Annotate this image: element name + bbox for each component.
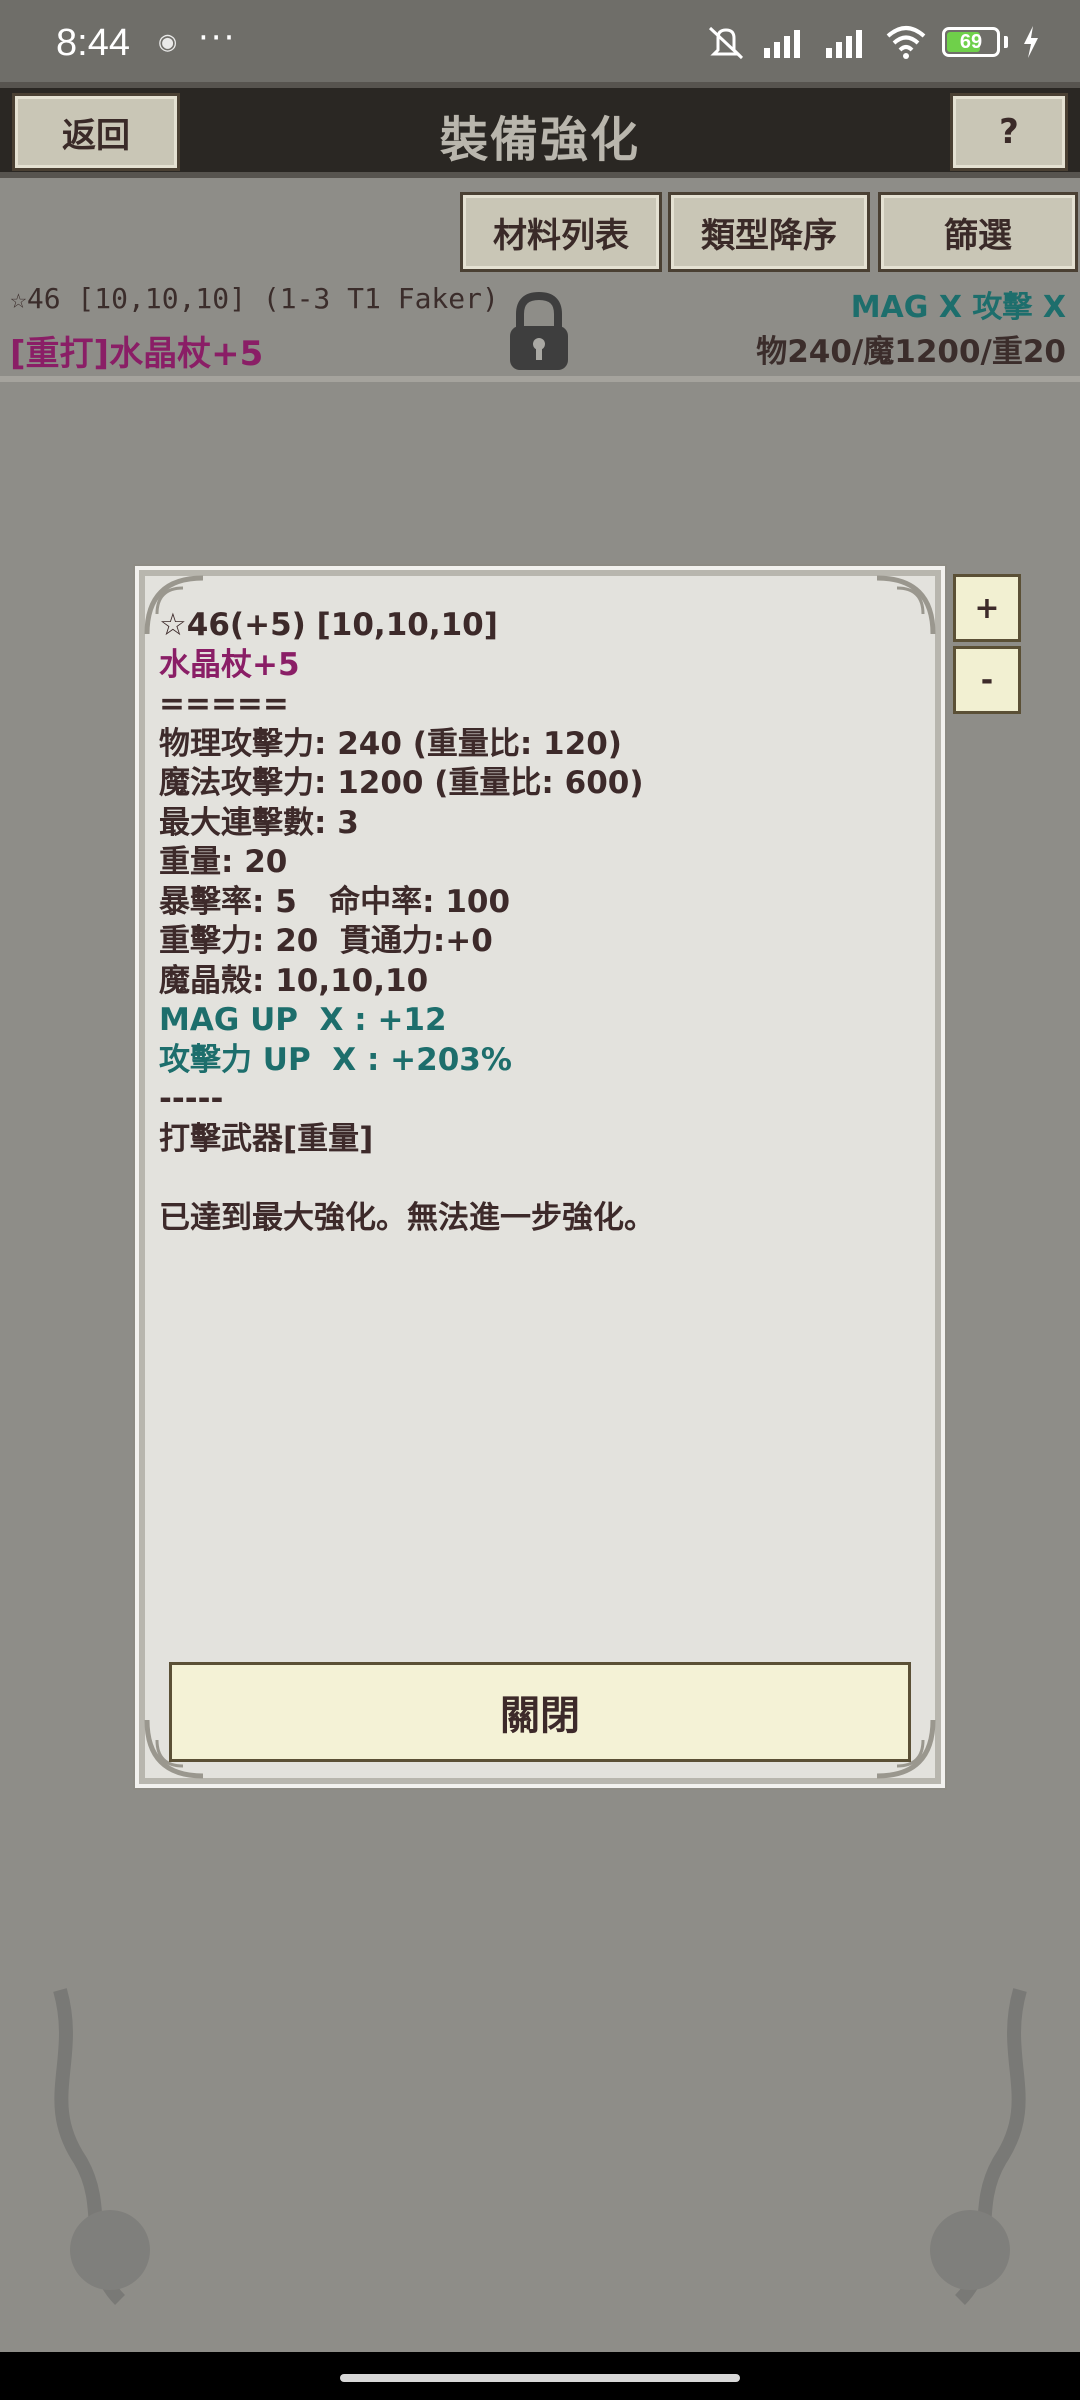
detail-weapon-type: 打擊武器[重量] <box>159 1120 374 1157</box>
header-bar: 返回 裝備強化 ? <box>0 82 1080 178</box>
filter-button[interactable]: 篩選 <box>878 192 1078 272</box>
materials-list-button[interactable]: 材料列表 <box>460 192 662 272</box>
page-title: 裝備強化 <box>439 112 640 168</box>
detail-heavy-pierce: 重擊力: 20 貫通力:+0 <box>159 923 493 959</box>
status-bar: 8:44 ◉ ··· 69 <box>0 0 1080 82</box>
item-detail-text: ☆46(+5) [10,10,10] 水晶杖+5 ===== 物理攻擊力: 24… <box>159 606 921 1238</box>
system-nav-bar <box>0 2352 1080 2400</box>
wifi-icon <box>886 26 926 59</box>
detail-mag-bonus: MAG UP X : +12 <box>159 1002 447 1038</box>
detail-separator: ===== <box>159 686 289 722</box>
detail-weight: 重量: 20 <box>159 844 288 880</box>
detail-rarity-line: ☆46(+5) [10,10,10] <box>159 607 498 643</box>
signal-icon <box>764 30 800 58</box>
item-bonus-tags: MAG X 攻擊 X <box>850 290 1066 325</box>
status-icons: 69 <box>706 22 1040 62</box>
signal-icon <box>826 30 862 58</box>
home-gesture-handle[interactable] <box>340 2374 740 2382</box>
detail-crystal-shell: 魔晶殼: 10,10,10 <box>159 962 429 999</box>
divider <box>0 376 1080 382</box>
zoom-out-button[interactable]: - <box>953 646 1021 714</box>
sort-button[interactable]: 類型降序 <box>668 192 870 272</box>
item-stats-summary: 物240/魔1200/重20 <box>756 334 1066 370</box>
help-button[interactable]: ? <box>950 93 1068 171</box>
status-time: 8:44 <box>56 22 130 64</box>
background-flourish-icon <box>53 1988 150 2305</box>
item-detail-dialog: ☆46(+5) [10,10,10] 水晶杖+5 ===== 物理攻擊力: 24… <box>135 566 945 1788</box>
detail-max-combo: 最大連擊數: 3 <box>159 804 359 841</box>
detail-separator: ----- <box>159 1081 224 1117</box>
detail-magic-attack: 魔法攻擊力: 1200 (重量比: 600) <box>159 765 644 801</box>
detail-max-enhance-message: 已達到最大強化。無法進一步強化。 <box>159 1199 655 1236</box>
battery-indicator: 69 <box>942 27 1000 57</box>
detail-item-name: 水晶杖+5 <box>159 646 300 683</box>
close-button[interactable]: 關閉 <box>169 1662 911 1762</box>
zoom-in-button[interactable]: + <box>953 574 1021 642</box>
background-flourish-icon <box>930 1988 1027 2305</box>
detail-physical-attack: 物理攻擊力: 240 (重量比: 120) <box>159 725 622 762</box>
item-name[interactable]: [重打]水晶杖+5 <box>10 326 263 375</box>
detail-attack-bonus: 攻擊力 UP X : +203% <box>159 1041 512 1078</box>
detail-crit-accuracy: 暴擊率: 5 命中率: 100 <box>159 883 511 920</box>
detail-blank <box>159 1159 921 1199</box>
charging-icon <box>1024 26 1038 58</box>
item-info-line: ☆46 [10,10,10] (1-3 T1 Faker) <box>10 282 499 315</box>
mute-icon <box>708 26 744 60</box>
notification-icon: ◉ <box>158 30 178 55</box>
more-notifications-icon: ··· <box>198 18 237 58</box>
lock-icon[interactable] <box>506 290 572 374</box>
battery-level: 69 <box>959 30 983 53</box>
battery-cap <box>1004 36 1008 48</box>
